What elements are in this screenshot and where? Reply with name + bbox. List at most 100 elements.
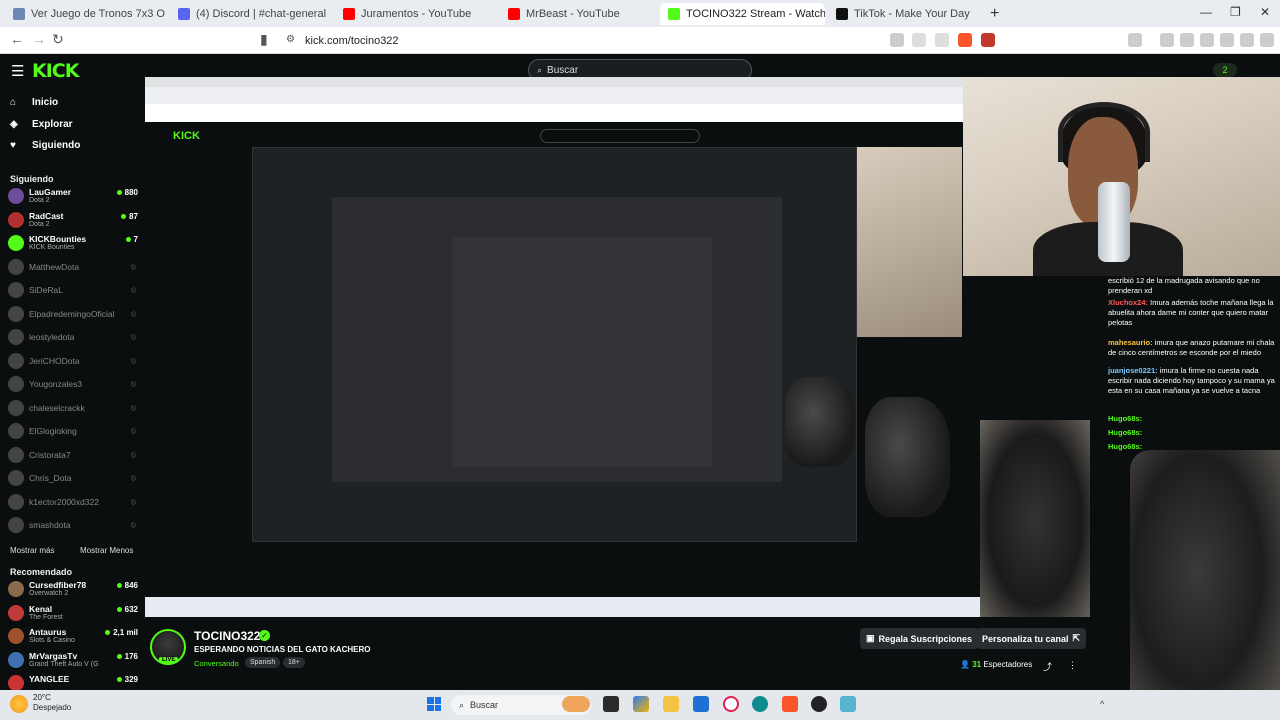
network-app-icon[interactable] [840,696,856,712]
chat-username[interactable]: Hugo68s: [1108,428,1142,437]
gift-subs-button[interactable]: ▣ Regala Suscripciones [860,628,979,649]
tray-expand-icon[interactable]: ^ [1100,699,1104,709]
music-icon[interactable] [1160,33,1174,47]
more-options-icon[interactable]: ⋮ [1068,660,1077,671]
url-field[interactable]: kick.com/tocino322 [305,31,399,50]
sidebar-channel[interactable]: ElpadredemingoOficial ⦸ [8,303,138,325]
reload-icon[interactable]: ↻ [52,31,64,48]
chat-username[interactable]: Hugo68s: [1108,414,1142,423]
offline-icon: ⦸ [130,285,136,294]
sidebar-channel[interactable]: SiDeRaL ⦸ [8,279,138,301]
new-tab-button[interactable]: + [990,5,999,23]
sidebar-channel[interactable]: JeriCHODota ⦸ [8,350,138,372]
channel-category: Overwatch 2 [29,590,69,597]
offline-icon: ⦸ [130,496,136,506]
browser-tab[interactable]: (4) Discord | #chat-general [170,3,330,25]
tag-language[interactable]: Spanish [245,657,281,668]
share-icon[interactable]: ⤴ [1043,660,1052,673]
chat-username[interactable]: Hugo68s: [1108,442,1142,451]
sidebar-channel[interactable]: k1ector2000xd322 ⦸ [8,491,138,513]
channel-category: Grand Theft Auto V (G [29,660,99,668]
sidebar-channel[interactable]: ElGlogioking ⦸ [8,420,138,442]
sidebar-channel[interactable]: Cristorata7 ⦸ [8,444,138,466]
tag-age[interactable]: 18+ [283,657,305,668]
sidebar-channel[interactable]: smashdota ⦸ [8,514,138,536]
sidebar-channel[interactable]: Kenal The Forest 632 [8,602,138,624]
browser-tab[interactable]: MrBeast - YouTube [500,3,655,25]
sidebar-channel[interactable]: leostyledota ⦸ [8,326,138,348]
customize-channel-button[interactable]: Personaliza tu canal ⇱ [976,628,1087,649]
chat-text: escribió 12 de la madrugada avisando que… [1108,276,1260,295]
share-icon[interactable] [935,33,949,47]
menu-icon[interactable] [1260,33,1274,47]
sidebar-channel[interactable]: Yougonzales3 ⦸ [8,373,138,395]
store-icon[interactable] [693,696,709,712]
start-button[interactable] [427,697,441,711]
sidebar-channel[interactable]: Antaurus Slots & Casino 2,1 mil [8,625,138,647]
task-view-icon[interactable] [603,696,619,712]
forward-icon[interactable]: → [32,31,46,47]
stream-video[interactable]: KICK [145,77,980,617]
sidebar-channel[interactable]: LauGamer Dota 2 880 [8,185,138,207]
reading-list-icon[interactable] [1180,33,1194,47]
brave-icon[interactable] [782,696,798,712]
sidebar-channel[interactable]: MatthewDota ⦸ [8,256,138,278]
kick-logo[interactable]: KICK [32,60,79,82]
mute-icon[interactable] [890,33,904,47]
sidebar-nav-siguiendo[interactable]: ♥ Siguiendo [10,140,80,151]
sidebar-channel[interactable]: RadCast Dota 2 87 [8,209,138,231]
channel-avatar [8,352,24,369]
minimize-icon[interactable]: — [1200,5,1212,19]
nested-browser-tabs [145,87,980,104]
chat-message: juanjose0221: imura la firme no cuesta n… [1108,366,1276,396]
wallet-icon[interactable] [1220,33,1234,47]
streamer-name[interactable]: TOCINO322 [194,629,260,643]
weather-icon[interactable] [10,695,28,713]
sidebar-nav-inicio[interactable]: ⌂ Inicio [10,97,58,108]
sidebar-channel[interactable]: MrVargasTv Grand Theft Auto V (G 176 [8,649,138,671]
vpn-icon[interactable] [1240,33,1254,47]
browser-tab[interactable]: Ver Juego de Tronos 7x3 Online Grati [5,3,165,25]
opera-icon[interactable] [723,696,739,712]
obs-icon[interactable] [811,696,827,712]
copilot-icon[interactable] [633,696,649,712]
recommended-section-title: Recomendado [10,567,73,577]
notification-badge[interactable]: 2 [1213,63,1237,77]
show-more-button[interactable]: Mostrar más [10,546,54,555]
weather-widget[interactable]: 20°C Despejado [33,693,71,713]
site-info-icon[interactable]: ⚙ [286,34,295,45]
stream-category[interactable]: Conversando [194,659,239,668]
browser-tab[interactable]: Juramentos - YouTube [335,3,495,25]
sidebar-nav-label: Inicio [32,97,59,108]
brave-shield-icon[interactable] [958,33,972,47]
browser-tab[interactable]: TOCINO322 Stream - Watch l✕ [660,3,825,25]
zoom-icon[interactable] [912,33,926,47]
show-less-button[interactable]: Mostrar Menos [80,546,133,555]
file-explorer-icon[interactable] [663,696,679,712]
sidebar-channel[interactable]: chaleselcrackk ⦸ [8,397,138,419]
sidebar-channel[interactable]: KICKBounties KICK Bounties 7 [8,232,138,254]
channel-viewers: 176 [124,651,138,661]
weather-desc: Despejado [33,703,72,712]
hamburger-menu-icon[interactable]: ☰ [11,62,24,80]
maximize-icon[interactable]: ❐ [1230,5,1241,19]
edge-icon[interactable] [752,696,768,712]
address-bar: ← → ↻ ▮ ⚙ kick.com/tocino322 [0,27,1280,54]
chat-username[interactable]: Xluchox24: [1108,298,1148,307]
sidebar-channel[interactable]: Cursedfiber78 Overwatch 2 846 [8,578,138,600]
browser-tab[interactable]: TikTok - Make Your Day [828,3,988,25]
sidebar-nav-explorar[interactable]: ◈ Explorar [10,119,73,130]
sidebar-toggle-icon[interactable] [1128,33,1142,47]
rewards-icon[interactable] [981,33,995,47]
bookmark-icon[interactable]: ▮ [260,31,268,48]
extensions-icon[interactable] [1200,33,1214,47]
chat-username[interactable]: juanjose0221: [1108,366,1158,375]
nested-discord-window [332,197,782,482]
nested-logo: KICK [173,130,200,142]
external-link-icon: ⇱ [1072,633,1081,643]
chat-username[interactable]: mahesaurio: [1108,338,1153,347]
back-icon[interactable]: ← [10,31,24,47]
pig-image-overlay-2 [1130,450,1280,720]
sidebar-channel[interactable]: Chris_Dota ⦸ [8,467,138,489]
close-window-icon[interactable]: ✕ [1260,5,1270,19]
